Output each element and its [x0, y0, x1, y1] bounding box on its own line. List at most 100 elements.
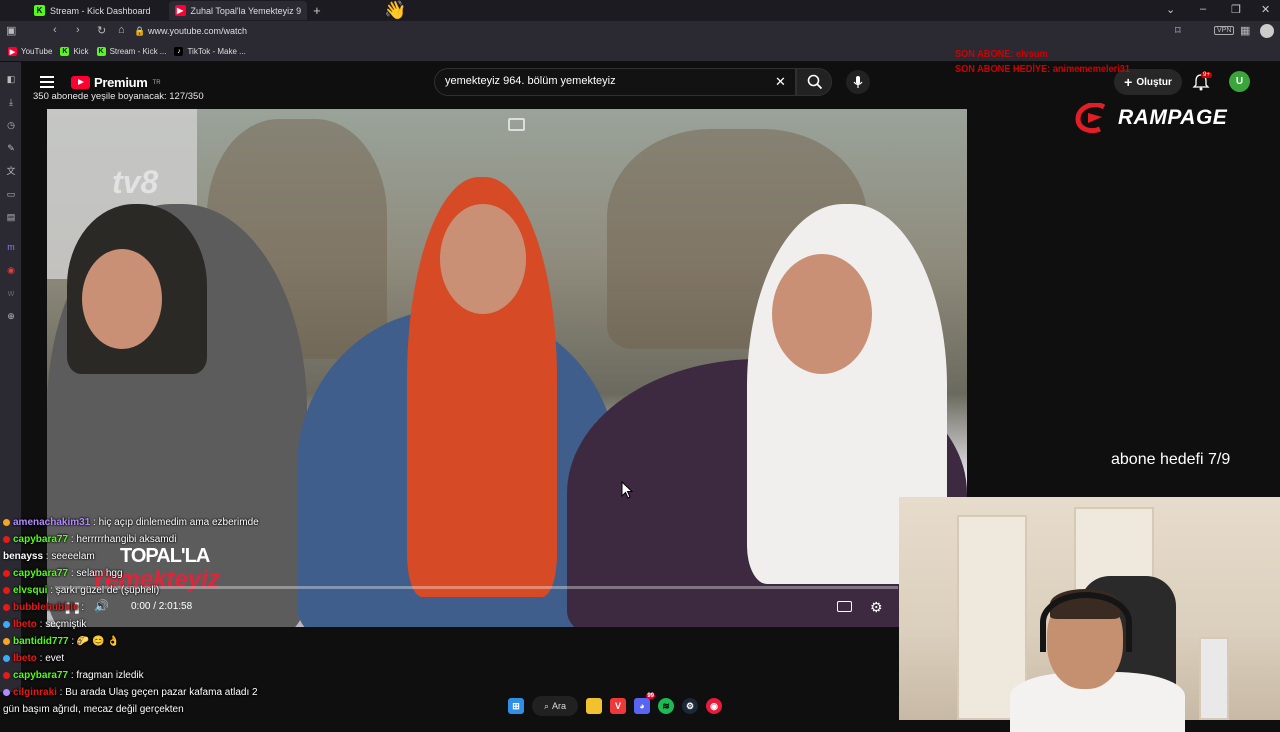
search-button[interactable] [796, 68, 832, 96]
new-tab-button[interactable]: + [313, 3, 321, 18]
chat-badge-icon [3, 688, 10, 696]
chat-text: : herrrrrhangibi aksamdi [68, 534, 177, 545]
vivaldi-icon[interactable]: V [610, 698, 626, 714]
bookmark-tiktok[interactable]: ♪ TikTok - Make ... [174, 47, 246, 56]
downloads-icon[interactable]: ⤓ [6, 97, 16, 107]
file-explorer-icon[interactable] [586, 698, 602, 714]
reload-icon[interactable]: ↻ [97, 24, 106, 37]
rampage-emblem-icon [1075, 103, 1106, 133]
search-query[interactable]: yemekteyiz 964. bölüm yemekteyiz [445, 75, 616, 87]
video-progress-bar[interactable] [55, 586, 898, 589]
search-icon [807, 74, 823, 90]
headphones [1040, 592, 1132, 652]
app-red-icon[interactable]: ◉ [706, 698, 722, 714]
woman-middle-face [440, 204, 526, 314]
youtube-logo-text: Premium [94, 75, 148, 90]
chat-username[interactable]: bubblebubble [13, 602, 79, 613]
extensions-icon[interactable]: ▦ [1240, 24, 1250, 37]
panel-toggle-icon[interactable]: ▣ [6, 24, 16, 37]
reading-list-icon[interactable]: ▤ [6, 212, 16, 222]
bookmarks-panel-icon[interactable]: ◧ [6, 74, 16, 84]
show-logo-line1: TOPAL'LA [120, 545, 210, 567]
windows-icon[interactable]: ⊞ [508, 698, 524, 714]
kick-icon: K [60, 47, 70, 56]
discord-icon[interactable]: ◕ 99 [634, 693, 655, 714]
vivaldi-icon[interactable]: ◉ [6, 265, 16, 275]
chat-message: capybara77 : herrrrrhangibi aksamdi [3, 534, 176, 545]
rampage-logo-text: RAMPAGE [1118, 106, 1228, 129]
voice-search-button[interactable] [846, 70, 870, 94]
chat-message: capybara77 : fragman izledik [3, 670, 144, 681]
youtube-logo[interactable]: Premium TR [71, 75, 161, 90]
url-field[interactable]: www.youtube.com/watch [148, 26, 247, 36]
time-display: 0:00 / 2:01:58 [131, 601, 193, 612]
tab-youtube-video[interactable]: ▶ Zuhal Topal'la Yemekteyiz 9 [168, 1, 308, 20]
add-panel-icon[interactable]: ⊕ [6, 311, 16, 321]
chat-username[interactable]: amenachakim31 [13, 517, 90, 528]
channel-watermark: tv8 [112, 164, 159, 200]
sub-goal-text: 350 abonede yeşile boyanacak: 127/350 [33, 91, 204, 102]
notes-icon[interactable]: ✎ [6, 143, 16, 153]
chat-username[interactable]: benayss [3, 551, 43, 562]
chat-username[interactable]: capybara77 [13, 670, 68, 681]
address-bar: ▣ ‹ › ↻ ⌂ 🔒 www.youtube.com/watch ⌑ VPN … [0, 21, 1280, 42]
steam-icon[interactable]: ⚙ [682, 698, 698, 714]
chat-username[interactable]: lbeto [13, 653, 37, 664]
web-panel-icon[interactable]: w [6, 288, 16, 298]
translate-icon[interactable]: 文 [6, 166, 16, 176]
lock-icon: 🔒 [134, 26, 146, 36]
chat-text: : seeeelam [43, 551, 95, 562]
chat-message: capybara77 : selam hgg [3, 568, 123, 579]
bookmark-icon[interactable]: ⌑ [1175, 24, 1181, 37]
minimize-icon[interactable]: – [1200, 3, 1206, 15]
kick-icon: K [96, 47, 106, 56]
chat-badge-icon [3, 637, 10, 645]
vpn-badge[interactable]: VPN [1214, 26, 1235, 35]
settings-icon[interactable]: ⚙ [870, 599, 883, 616]
chat-username[interactable]: elvsqui [13, 585, 47, 596]
back-icon[interactable]: ‹ [53, 24, 57, 36]
clear-search-icon[interactable]: ✕ [775, 74, 786, 90]
restore-icon[interactable]: ❐ [1231, 3, 1241, 16]
subscriber-goal-text: abone hedefi 7/9 [1111, 451, 1231, 468]
bookmark-kick[interactable]: K Kick [60, 47, 89, 56]
close-window-icon[interactable]: ✕ [1261, 3, 1270, 16]
window-panel-icon[interactable]: ▭ [6, 189, 16, 199]
bookmark-youtube[interactable]: ▶ YouTube [8, 47, 52, 56]
chat-username[interactable]: capybara77 [13, 568, 68, 579]
microphone-icon [853, 76, 863, 88]
menu-icon[interactable] [40, 76, 54, 88]
bookmark-label: YouTube [21, 47, 53, 56]
chat-badge-icon [3, 535, 10, 543]
bookmark-kick-stream[interactable]: K Stream - Kick ... [96, 47, 166, 56]
chat-badge-icon [3, 620, 10, 628]
chat-message: gün başım ağrıdı, mecaz değil gerçekten [3, 704, 184, 715]
captions-icon[interactable] [837, 601, 852, 612]
discord-badge: 99 [646, 693, 655, 699]
home-icon[interactable]: ⌂ [118, 24, 125, 36]
chat-text: : 🌮 😊 👌 [68, 636, 120, 647]
chat-message: bantidid777 : 🌮 😊 👌 [3, 636, 120, 647]
chat-text: : seçmiştik [36, 619, 87, 630]
chat-text: : fragman izledik [68, 670, 144, 681]
chat-text: : Bu arada Ulaş geçen pazar kafama atlad… [56, 687, 258, 698]
chat-username[interactable]: bantidid777 [13, 636, 69, 647]
picture-in-picture-icon[interactable] [508, 118, 525, 131]
chat-username[interactable]: lbeto [13, 619, 37, 630]
chat-badge-icon [3, 586, 10, 594]
history-icon[interactable]: ◷ [6, 120, 16, 130]
chat-badge-icon [3, 603, 10, 611]
spotify-icon[interactable]: ≋ [658, 698, 674, 714]
volume-icon[interactable]: 🔊 [94, 599, 109, 613]
taskbar-search[interactable]: ⌕ Ara [532, 696, 578, 716]
bookmarks-bar: ▶ YouTube K Kick K Stream - Kick ... ♪ T… [0, 42, 1280, 62]
profile-icon[interactable] [1260, 24, 1274, 38]
chat-username[interactable]: capybara77 [13, 534, 68, 545]
youtube-icon: ▶ [8, 47, 17, 56]
tab-kick-dashboard[interactable]: K Stream - Kick Dashboard [28, 1, 157, 20]
mastodon-icon[interactable]: m [6, 242, 16, 252]
tab-list-icon[interactable]: ⌄ [1166, 3, 1175, 16]
chat-username[interactable]: cilginraki [13, 687, 57, 698]
avatar[interactable]: U [1229, 71, 1250, 92]
forward-icon[interactable]: › [76, 24, 80, 36]
